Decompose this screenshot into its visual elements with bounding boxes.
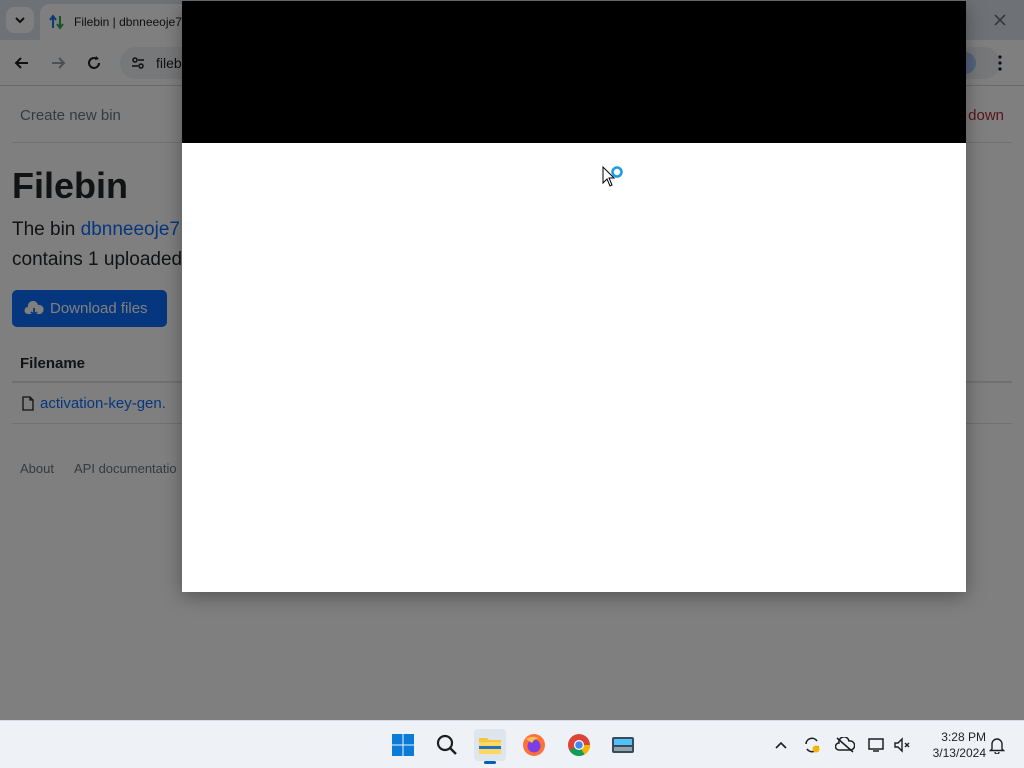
windows-taskbar: 3:28 PM 3/13/2024	[0, 720, 1024, 768]
display-tray-button[interactable]	[867, 735, 887, 755]
sync-tray-button[interactable]	[802, 735, 822, 755]
search-icon	[436, 734, 457, 755]
monitor-icon	[868, 738, 884, 752]
speaker-muted-icon	[894, 737, 910, 753]
terminal-taskbar-button[interactable]	[607, 729, 639, 761]
bell-icon	[989, 738, 1005, 754]
file-explorer-taskbar-button[interactable]	[474, 729, 506, 764]
onedrive-tray-button[interactable]	[835, 735, 855, 755]
clock-time: 3:28 PM	[941, 730, 986, 744]
chevron-up-icon	[775, 741, 787, 749]
cloud-offline-icon	[835, 737, 855, 753]
notifications-button[interactable]	[987, 735, 1007, 755]
busy-cursor-icon	[602, 166, 623, 187]
taskbar-clock[interactable]: 3:28 PM 3/13/2024	[922, 729, 986, 761]
windows-logo-icon	[392, 734, 414, 756]
firefox-icon	[523, 734, 545, 756]
sync-icon	[805, 737, 820, 753]
volume-tray-button[interactable]	[892, 735, 912, 755]
show-hidden-icons-button[interactable]	[771, 735, 791, 755]
chrome-icon	[568, 734, 590, 756]
keyboard-app-icon	[612, 737, 634, 753]
search-taskbar-button[interactable]	[431, 729, 463, 761]
active-app-indicator	[484, 761, 496, 764]
start-button[interactable]	[387, 729, 419, 761]
popup-window[interactable]	[182, 1, 966, 592]
popup-header-blank	[182, 1, 966, 143]
firefox-taskbar-button[interactable]	[518, 729, 550, 761]
clock-date: 3/13/2024	[932, 746, 986, 760]
folder-icon	[479, 738, 501, 754]
chrome-taskbar-button[interactable]	[563, 729, 595, 761]
